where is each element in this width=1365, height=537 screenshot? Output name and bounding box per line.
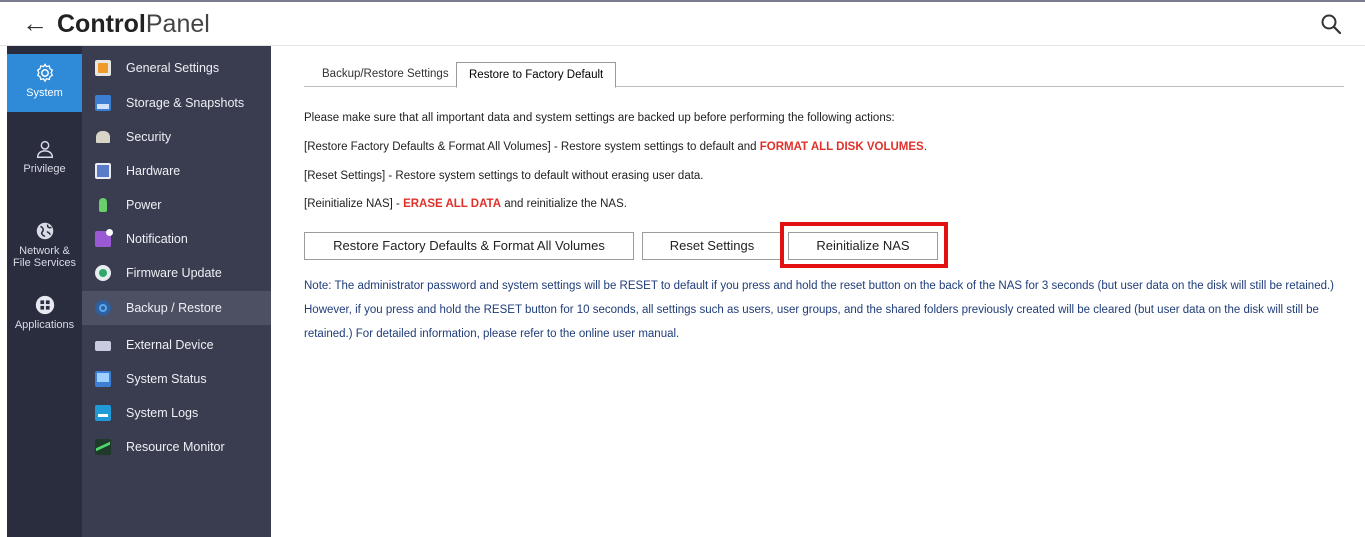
- sidebar-item-applications[interactable]: Applications: [7, 294, 82, 344]
- secondary-sidebar: General Settings Storage & Snapshots Sec…: [82, 46, 271, 537]
- submenu-item-power[interactable]: Power: [82, 188, 271, 222]
- submenu-item-system-status[interactable]: System Status: [82, 362, 271, 396]
- hardware-icon: [95, 163, 111, 179]
- system-status-icon: [95, 371, 111, 387]
- firmware-icon: [95, 265, 111, 281]
- search-icon[interactable]: [1319, 12, 1343, 36]
- sidebar-item-label: Applications: [14, 319, 75, 331]
- submenu-item-backup-restore[interactable]: Backup / Restore: [82, 291, 271, 325]
- user-icon: [36, 140, 53, 158]
- general-settings-icon: [95, 60, 111, 76]
- tab-restore-factory-default[interactable]: Restore to Factory Default: [456, 62, 617, 88]
- globe-icon: [36, 222, 53, 240]
- sidebar-item-label: System: [26, 87, 63, 99]
- sidebar-item-system[interactable]: System: [7, 54, 82, 112]
- sidebar-item-privilege[interactable]: Privilege: [7, 138, 82, 188]
- note-line-2: However, if you press and hold the RESET…: [304, 304, 1319, 316]
- submenu-item-notification[interactable]: Notification: [82, 222, 271, 256]
- header-bar: ← ControlPanel: [0, 0, 1365, 46]
- submenu-item-hardware[interactable]: Hardware: [82, 154, 271, 188]
- submenu-item-external-device[interactable]: External Device: [82, 328, 271, 362]
- submenu-item-firmware[interactable]: Firmware Update: [82, 256, 271, 290]
- external-device-icon: [95, 341, 111, 351]
- sidebar-item-label: Privilege: [23, 163, 66, 175]
- resource-monitor-icon: [95, 439, 111, 455]
- security-icon: [95, 129, 111, 145]
- arrow-left-icon[interactable]: ←: [22, 8, 48, 38]
- submenu-item-general-settings[interactable]: General Settings: [82, 51, 271, 85]
- power-icon: [95, 197, 111, 213]
- highlight-annotation: [780, 222, 948, 268]
- submenu-item-storage[interactable]: Storage & Snapshots: [82, 86, 271, 120]
- storage-icon: [95, 95, 111, 111]
- system-logs-icon: [95, 405, 111, 421]
- note-line-3: retained.) For detailed information, ple…: [304, 328, 680, 340]
- apps-icon: [35, 295, 54, 315]
- intro-text: Please make sure that all important data…: [304, 112, 895, 124]
- app-title: ControlPanel: [57, 10, 210, 38]
- gear-icon: [36, 63, 53, 83]
- left-margin: [0, 46, 7, 537]
- restore-format-button[interactable]: Restore Factory Defaults & Format All Vo…: [304, 232, 634, 260]
- submenu-item-system-logs[interactable]: System Logs: [82, 396, 271, 430]
- primary-sidebar: System Privilege Network & File Services …: [7, 46, 82, 537]
- reinitialize-description: [Reinitialize NAS] - ERASE ALL DATA and …: [304, 198, 627, 210]
- submenu-item-resource-monitor[interactable]: Resource Monitor: [82, 430, 271, 464]
- reset-settings-description: [Reset Settings] - Restore system settin…: [304, 170, 704, 182]
- tab-bar: Backup/Restore Settings Restore to Facto…: [304, 62, 1344, 88]
- submenu-item-security[interactable]: Security: [82, 120, 271, 154]
- sidebar-item-label: Network & File Services: [13, 245, 76, 269]
- tab-backup-restore-settings[interactable]: Backup/Restore Settings: [310, 62, 461, 87]
- sidebar-item-network[interactable]: Network & File Services: [7, 220, 82, 280]
- restore-format-description: [Restore Factory Defaults & Format All V…: [304, 141, 927, 153]
- note-line-1: Note: The administrator password and sys…: [304, 280, 1335, 292]
- notification-icon: [95, 229, 113, 247]
- backup-icon: [95, 300, 111, 316]
- reset-settings-button[interactable]: Reset Settings: [642, 232, 782, 260]
